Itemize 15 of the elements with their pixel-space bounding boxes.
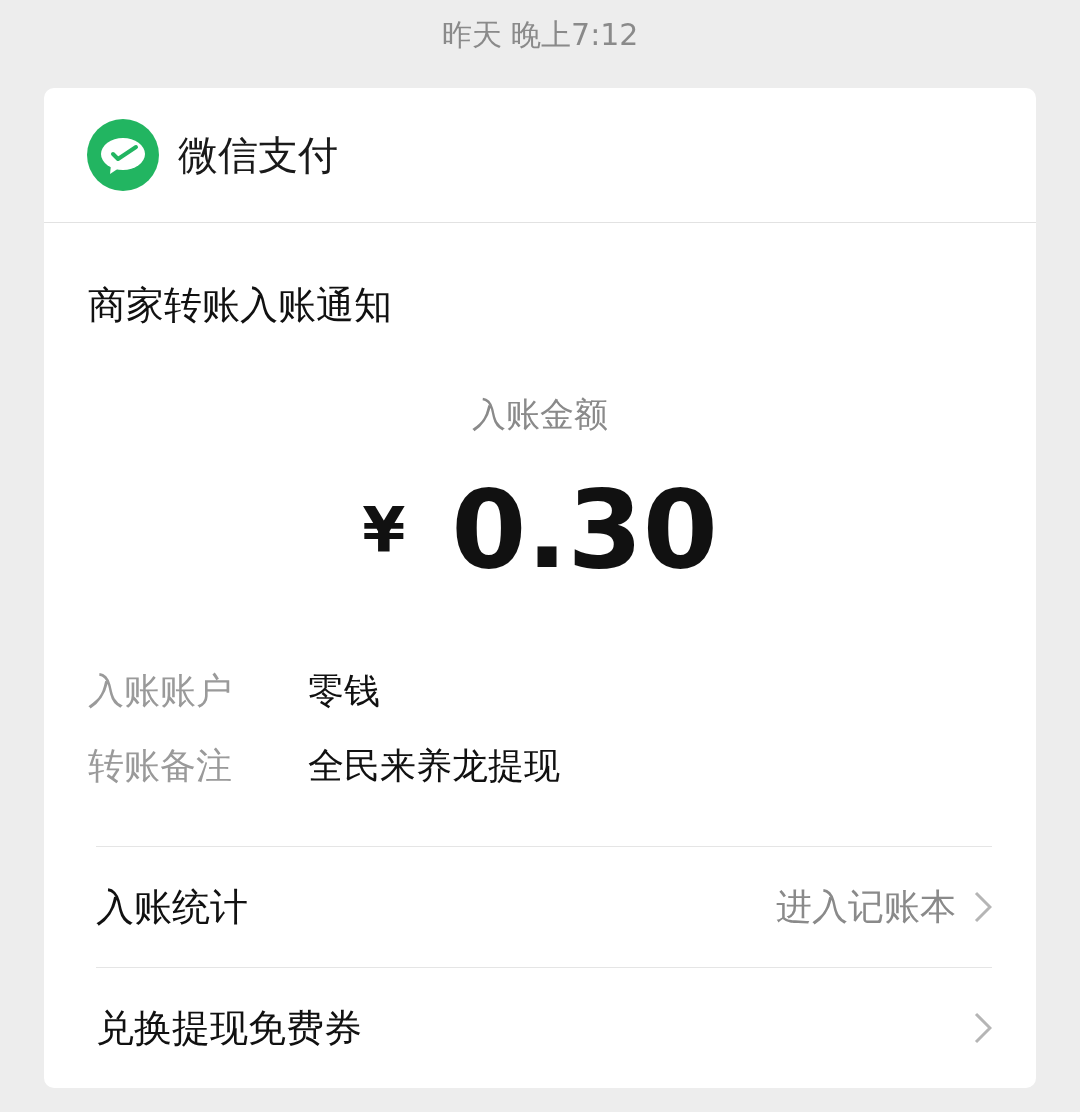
detail-value: 零钱 [308, 670, 381, 712]
link-row[interactable]: 入账统计 进入记账本 [96, 846, 992, 967]
app-name: 微信支付 [178, 130, 338, 180]
amount-value: 0.30 [451, 466, 718, 594]
link-row[interactable]: 兑换提现免费券 [96, 967, 992, 1088]
chevron-right-icon [974, 891, 992, 923]
detail-value: 全民来养龙提现 [308, 745, 560, 787]
detail-label: 转账备注 [88, 745, 233, 787]
amount-label: 入账金额 [472, 393, 608, 435]
currency-symbol: ¥ [362, 493, 406, 567]
wechat-pay-logo-icon [86, 118, 160, 192]
detail-label: 入账账户 [88, 670, 233, 712]
chevron-right-icon [974, 1012, 992, 1044]
notice-title: 商家转账入账通知 [88, 282, 392, 329]
message-timestamp: 昨天 晚上7:12 [441, 16, 639, 54]
